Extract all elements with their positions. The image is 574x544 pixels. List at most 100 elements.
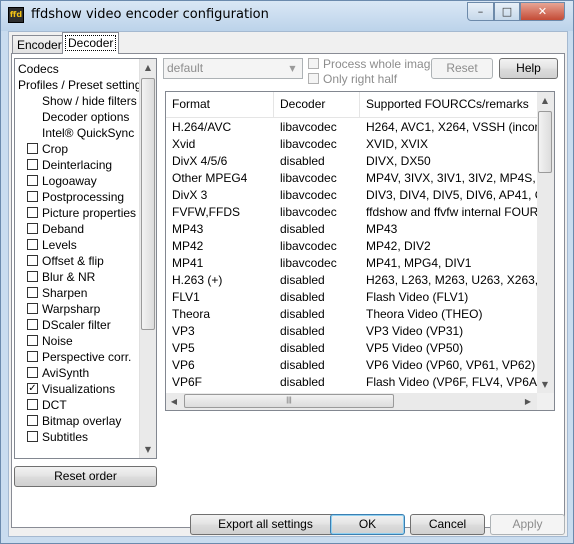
tree-item[interactable]: Show / hide filters bbox=[15, 93, 139, 109]
filter-checkbox[interactable] bbox=[27, 255, 38, 266]
column-header-decoder[interactable]: Decoder bbox=[274, 92, 360, 117]
codecs-list[interactable]: Format Decoder Supported FOURCCs/remarks… bbox=[165, 91, 555, 411]
table-row[interactable]: VP6F disabled Flash Video (VP6F, FLV4, VP6… bbox=[166, 374, 538, 391]
close-button[interactable]: ✕ bbox=[520, 2, 565, 21]
scroll-left-arrow-icon[interactable]: ◀ bbox=[166, 393, 182, 410]
column-header-format[interactable]: Format bbox=[166, 92, 274, 117]
filter-checkbox[interactable] bbox=[27, 271, 38, 282]
table-row[interactable]: Theora disabled Theora Video (THEO) bbox=[166, 306, 538, 323]
table-row[interactable]: DivX 4/5/6 disabled DIVX, DX50 bbox=[166, 153, 538, 170]
codecs-hscroll-thumb[interactable]: ||| bbox=[184, 394, 394, 408]
column-header-fourccs[interactable]: Supported FOURCCs/remarks bbox=[360, 92, 538, 117]
tree-item[interactable]: Sharpen bbox=[15, 285, 139, 301]
filter-checkbox[interactable] bbox=[27, 223, 38, 234]
maximize-button[interactable]: □ bbox=[494, 2, 520, 21]
table-row[interactable]: MP42 libavcodec MP42, DIV2 bbox=[166, 238, 538, 255]
cell-decoder[interactable]: libavcodec bbox=[274, 238, 360, 255]
table-row[interactable]: Xvid libavcodec XVID, XVIX bbox=[166, 136, 538, 153]
filter-checkbox[interactable] bbox=[27, 335, 38, 346]
table-row[interactable]: H.263 (+) disabled H263, L263, M263, U263,… bbox=[166, 272, 538, 289]
tree-item[interactable]: Codecs bbox=[15, 61, 139, 77]
tree-scroll-thumb[interactable] bbox=[141, 78, 155, 330]
tree-item[interactable]: Bitmap overlay bbox=[15, 413, 139, 429]
cell-decoder[interactable]: disabled bbox=[274, 289, 360, 306]
tree-item[interactable]: Warpsharp bbox=[15, 301, 139, 317]
cell-decoder[interactable]: disabled bbox=[274, 340, 360, 357]
settings-tree[interactable]: Codecs Profiles / Preset settings Show / h… bbox=[14, 58, 157, 459]
tree-item[interactable]: Logoaway bbox=[15, 173, 139, 189]
table-row[interactable]: MP43 disabled MP43 bbox=[166, 221, 538, 238]
tree-item[interactable]: Perspective corr. bbox=[15, 349, 139, 365]
tree-item[interactable]: Decoder options bbox=[15, 109, 139, 125]
tree-item[interactable]: Crop bbox=[15, 141, 139, 157]
filter-checkbox[interactable] bbox=[27, 431, 38, 442]
cell-decoder[interactable]: libavcodec bbox=[274, 255, 360, 272]
filter-checkbox[interactable] bbox=[27, 207, 38, 218]
filter-checkbox[interactable] bbox=[27, 175, 38, 186]
tree-item[interactable]: Intel® QuickSync bbox=[15, 125, 139, 141]
filter-checkbox[interactable] bbox=[27, 319, 38, 330]
cell-decoder[interactable]: libavcodec bbox=[274, 119, 360, 136]
codecs-horizontal-scrollbar[interactable]: ◀ ||| ▶ bbox=[166, 393, 537, 410]
cell-decoder[interactable]: libavcodec bbox=[274, 187, 360, 204]
scroll-down-arrow-icon[interactable]: ▼ bbox=[537, 376, 553, 393]
tree-item[interactable]: DScaler filter bbox=[15, 317, 139, 333]
cell-decoder[interactable]: disabled bbox=[274, 357, 360, 374]
table-row[interactable]: VP3 disabled VP3 Video (VP31) bbox=[166, 323, 538, 340]
scroll-down-arrow-icon[interactable]: ▼ bbox=[140, 441, 156, 458]
tree-item[interactable]: Levels bbox=[15, 237, 139, 253]
tree-item[interactable]: ✓ Visualizations bbox=[15, 381, 139, 397]
filter-checkbox[interactable] bbox=[27, 191, 38, 202]
tree-item[interactable]: Deinterlacing bbox=[15, 157, 139, 173]
scroll-up-arrow-icon[interactable]: ▲ bbox=[140, 59, 156, 76]
tree-item[interactable]: DCT bbox=[15, 397, 139, 413]
table-row[interactable]: DivX 3 libavcodec DIV3, DIV4, DIV5, DIV6, … bbox=[166, 187, 538, 204]
filter-checkbox[interactable] bbox=[27, 399, 38, 410]
tab-decoder[interactable]: Decoder bbox=[62, 32, 120, 54]
cell-decoder[interactable]: libavcodec bbox=[274, 170, 360, 187]
cell-decoder[interactable]: libavcodec bbox=[274, 136, 360, 153]
cell-decoder[interactable]: disabled bbox=[274, 374, 360, 391]
scroll-up-arrow-icon[interactable]: ▲ bbox=[537, 92, 553, 109]
reset-button[interactable]: Reset bbox=[431, 58, 493, 79]
cell-decoder[interactable]: disabled bbox=[274, 323, 360, 340]
filter-checkbox[interactable] bbox=[27, 367, 38, 378]
apply-button[interactable]: Apply bbox=[490, 514, 565, 535]
table-row[interactable]: FLV1 disabled Flash Video (FLV1) bbox=[166, 289, 538, 306]
only-right-half-checkbox[interactable]: Only right half bbox=[308, 72, 397, 86]
table-row[interactable]: Other MPEG4 libavcodec MP4V, 3IVX, 3IV1, 3… bbox=[166, 170, 538, 187]
cell-decoder[interactable]: libavcodec bbox=[274, 204, 360, 221]
cell-decoder[interactable]: disabled bbox=[274, 306, 360, 323]
filter-checkbox[interactable] bbox=[27, 415, 38, 426]
tab-encoder[interactable]: Encoder bbox=[12, 35, 67, 54]
reset-order-button[interactable]: Reset order bbox=[14, 466, 157, 487]
tree-item[interactable]: Blur & NR bbox=[15, 269, 139, 285]
filter-checkbox[interactable] bbox=[27, 287, 38, 298]
table-row[interactable]: VP5 disabled VP5 Video (VP50) bbox=[166, 340, 538, 357]
filter-checkbox[interactable] bbox=[27, 303, 38, 314]
filter-checkbox[interactable] bbox=[27, 351, 38, 362]
tree-item[interactable]: Picture properties bbox=[15, 205, 139, 221]
tree-scrollbar[interactable]: ▲ ▼ bbox=[139, 59, 156, 458]
process-whole-image-checkbox[interactable]: Process whole image bbox=[308, 57, 437, 71]
tree-item[interactable]: Postprocessing bbox=[15, 189, 139, 205]
tree-item[interactable]: Profiles / Preset settings bbox=[15, 77, 147, 93]
tree-item[interactable]: Offset & flip bbox=[15, 253, 139, 269]
tree-item[interactable]: Noise bbox=[15, 333, 139, 349]
codecs-vscroll-thumb[interactable] bbox=[538, 111, 552, 173]
cell-decoder[interactable]: disabled bbox=[274, 272, 360, 289]
filter-checkbox[interactable]: ✓ bbox=[27, 383, 38, 394]
tree-item[interactable]: Deband bbox=[15, 221, 139, 237]
ffdshow-app-icon[interactable]: ffd bbox=[8, 7, 24, 23]
export-all-settings-button[interactable]: Export all settings bbox=[190, 514, 341, 535]
ok-button[interactable]: OK bbox=[330, 514, 405, 535]
preset-combo[interactable]: default ▼ bbox=[163, 58, 303, 79]
table-row[interactable]: VP6 disabled VP6 Video (VP60, VP61, VP62) bbox=[166, 357, 538, 374]
filter-checkbox[interactable] bbox=[27, 159, 38, 170]
filter-checkbox[interactable] bbox=[27, 239, 38, 250]
tree-item[interactable]: AviSynth bbox=[15, 365, 139, 381]
cancel-button[interactable]: Cancel bbox=[410, 514, 485, 535]
filter-checkbox[interactable] bbox=[27, 143, 38, 154]
help-button[interactable]: Help bbox=[499, 58, 558, 79]
title-bar[interactable]: ffd ffdshow video encoder configuration … bbox=[1, 1, 573, 31]
